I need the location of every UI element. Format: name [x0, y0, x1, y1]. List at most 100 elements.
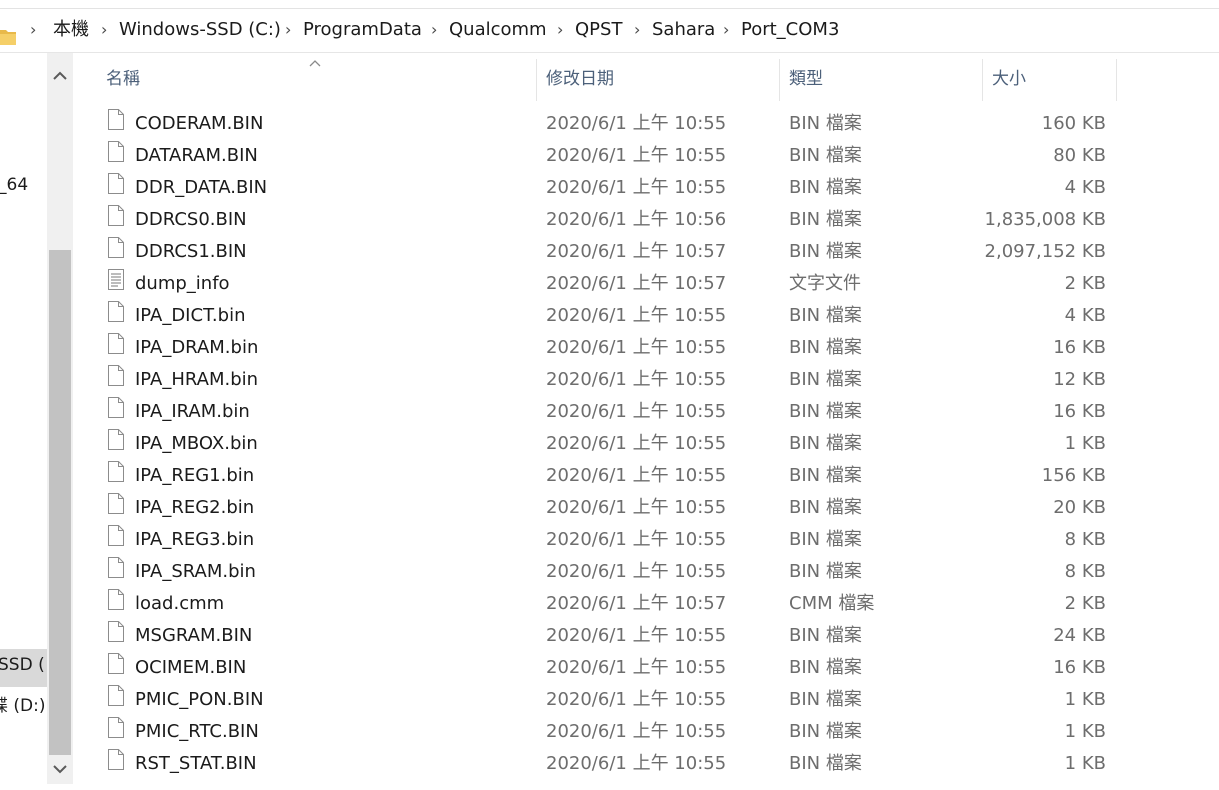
column-divider[interactable] — [536, 59, 537, 101]
scrollbar-thumb[interactable] — [49, 250, 71, 755]
file-icon — [107, 556, 125, 588]
file-row[interactable]: DDR_DATA.BIN 2020/6/1 上午 10:55 BIN 檔案 4 KB — [94, 172, 1219, 204]
file-row[interactable]: IPA_IRAM.bin 2020/6/1 上午 10:55 BIN 檔案 16 KB — [94, 396, 1219, 428]
file-size: 1 KB — [1064, 753, 1106, 774]
file-row[interactable]: IPA_REG2.bin 2020/6/1 上午 10:55 BIN 檔案 20 KB — [94, 492, 1219, 524]
column-header-date[interactable]: 修改日期 — [546, 53, 614, 105]
file-type: BIN 檔案 — [789, 209, 862, 230]
file-row[interactable]: DATARAM.BIN 2020/6/1 上午 10:55 BIN 檔案 80 KB — [94, 140, 1219, 172]
text-file-icon — [107, 268, 125, 300]
file-name[interactable]: IPA_IRAM.bin — [135, 396, 250, 428]
column-header-type[interactable]: 類型 — [789, 53, 823, 105]
file-icon — [107, 364, 125, 396]
file-row[interactable]: PMIC_PON.BIN 2020/6/1 上午 10:55 BIN 檔案 1 KB — [94, 684, 1219, 716]
column-header-row: 名稱 修改日期 類型 大小 — [94, 53, 1219, 105]
file-row[interactable]: RST_STAT.BIN 2020/6/1 上午 10:55 BIN 檔案 1 KB — [94, 748, 1219, 780]
file-icon — [107, 204, 125, 236]
file-modified-date: 2020/6/1 上午 10:56 — [546, 209, 727, 230]
scroll-up-arrow-icon[interactable] — [47, 55, 73, 95]
file-type: BIN 檔案 — [789, 465, 862, 486]
nav-scrollbar[interactable] — [47, 53, 73, 784]
breadcrumb-separator-icon[interactable]: › — [101, 8, 107, 52]
file-name[interactable]: IPA_DRAM.bin — [135, 332, 258, 364]
nav-item-windows-ssd[interactable]: SSD ( — [0, 655, 45, 675]
file-size: 8 KB — [1064, 529, 1106, 550]
file-size: 1 KB — [1064, 689, 1106, 710]
file-row[interactable]: MSGRAM.BIN 2020/6/1 上午 10:55 BIN 檔案 24 KB — [94, 620, 1219, 652]
breadcrumb-separator-icon[interactable]: › — [285, 8, 291, 52]
file-type: BIN 檔案 — [789, 145, 862, 166]
file-name[interactable]: PMIC_RTC.BIN — [135, 716, 259, 748]
file-row[interactable]: OCIMEM.BIN 2020/6/1 上午 10:55 BIN 檔案 16 KB — [94, 652, 1219, 684]
file-row[interactable]: PMIC_RTC.BIN 2020/6/1 上午 10:55 BIN 檔案 1 KB — [94, 716, 1219, 748]
file-row[interactable]: IPA_HRAM.bin 2020/6/1 上午 10:55 BIN 檔案 12 KB — [94, 364, 1219, 396]
file-row[interactable]: IPA_REG1.bin 2020/6/1 上午 10:55 BIN 檔案 156 K… — [94, 460, 1219, 492]
sort-ascending-icon — [309, 60, 321, 67]
file-name[interactable]: load.cmm — [135, 588, 224, 620]
file-row[interactable]: IPA_SRAM.bin 2020/6/1 上午 10:55 BIN 檔案 8 KB — [94, 556, 1219, 588]
file-modified-date: 2020/6/1 上午 10:55 — [546, 721, 727, 742]
file-icon — [107, 684, 125, 716]
file-name[interactable]: CODERAM.BIN — [135, 108, 263, 140]
file-row[interactable]: IPA_MBOX.bin 2020/6/1 上午 10:55 BIN 檔案 1 KB — [94, 428, 1219, 460]
file-name[interactable]: DDR_DATA.BIN — [135, 172, 267, 204]
file-modified-date: 2020/6/1 上午 10:57 — [546, 273, 727, 294]
file-name[interactable]: DDRCS0.BIN — [135, 204, 247, 236]
nav-item-drive-d[interactable]: 碟 (D:) — [0, 691, 46, 716]
breadcrumb-programdata[interactable]: ProgramData — [303, 8, 422, 52]
file-row[interactable]: load.cmm 2020/6/1 上午 10:57 CMM 檔案 2 KB — [94, 588, 1219, 620]
file-name[interactable]: IPA_REG3.bin — [135, 524, 254, 556]
breadcrumb-separator-icon[interactable]: › — [30, 8, 36, 52]
breadcrumb-qualcomm[interactable]: Qualcomm — [449, 8, 547, 52]
file-name[interactable]: MSGRAM.BIN — [135, 620, 252, 652]
file-row[interactable]: dump_info 2020/6/1 上午 10:57 文字文件 2 KB — [94, 268, 1219, 300]
file-type: BIN 檔案 — [789, 401, 862, 422]
file-row[interactable]: DDRCS0.BIN 2020/6/1 上午 10:56 BIN 檔案 1,835,0… — [94, 204, 1219, 236]
file-name[interactable]: dump_info — [135, 268, 230, 300]
breadcrumb-windows-ssd[interactable]: Windows-SSD (C:) — [119, 8, 281, 52]
file-row[interactable]: IPA_DRAM.bin 2020/6/1 上午 10:55 BIN 檔案 16 KB — [94, 332, 1219, 364]
file-name[interactable]: DATARAM.BIN — [135, 140, 258, 172]
file-row[interactable]: IPA_DICT.bin 2020/6/1 上午 10:55 BIN 檔案 4 KB — [94, 300, 1219, 332]
file-type: BIN 檔案 — [789, 113, 862, 134]
breadcrumb-sahara[interactable]: Sahara — [652, 8, 715, 52]
nav-item-64[interactable]: _64 — [0, 175, 28, 195]
breadcrumb-separator-icon[interactable]: › — [634, 8, 640, 52]
file-name[interactable]: IPA_DICT.bin — [135, 300, 245, 332]
column-divider[interactable] — [982, 59, 983, 101]
file-row[interactable]: DDRCS1.BIN 2020/6/1 上午 10:57 BIN 檔案 2,097,1… — [94, 236, 1219, 268]
file-icon — [107, 396, 125, 428]
breadcrumb-separator-icon[interactable]: › — [723, 8, 729, 52]
column-header-name[interactable]: 名稱 — [106, 53, 140, 105]
file-row[interactable]: IPA_REG3.bin 2020/6/1 上午 10:55 BIN 檔案 8 KB — [94, 524, 1219, 556]
breadcrumb-separator-icon[interactable]: › — [431, 8, 437, 52]
column-divider[interactable] — [779, 59, 780, 101]
breadcrumb-qpst[interactable]: QPST — [575, 8, 622, 52]
file-modified-date: 2020/6/1 上午 10:55 — [546, 305, 727, 326]
breadcrumb-separator-icon[interactable]: › — [557, 8, 563, 52]
file-type: BIN 檔案 — [789, 721, 862, 742]
file-icon — [107, 652, 125, 684]
file-name[interactable]: IPA_REG1.bin — [135, 460, 254, 492]
file-name[interactable]: RST_STAT.BIN — [135, 748, 257, 780]
file-row[interactable]: CODERAM.BIN 2020/6/1 上午 10:55 BIN 檔案 160 KB — [94, 108, 1219, 140]
file-icon — [107, 300, 125, 332]
file-size: 24 KB — [1053, 625, 1106, 646]
column-divider[interactable] — [1116, 59, 1117, 101]
column-header-size[interactable]: 大小 — [992, 53, 1026, 105]
file-name[interactable]: IPA_REG2.bin — [135, 492, 254, 524]
scroll-down-arrow-icon[interactable] — [47, 750, 73, 790]
file-size: 16 KB — [1053, 657, 1106, 678]
file-name[interactable]: OCIMEM.BIN — [135, 652, 246, 684]
file-type: BIN 檔案 — [789, 529, 862, 550]
file-name[interactable]: IPA_MBOX.bin — [135, 428, 258, 460]
file-type: BIN 檔案 — [789, 753, 862, 774]
breadcrumb-port-com3[interactable]: Port_COM3 — [741, 8, 839, 52]
file-name[interactable]: PMIC_PON.BIN — [135, 684, 264, 716]
file-list: CODERAM.BIN 2020/6/1 上午 10:55 BIN 檔案 160 KB… — [94, 108, 1219, 780]
file-size: 16 KB — [1053, 337, 1106, 358]
file-name[interactable]: IPA_SRAM.bin — [135, 556, 256, 588]
breadcrumb-this-pc[interactable]: 本機 — [53, 8, 89, 52]
file-name[interactable]: DDRCS1.BIN — [135, 236, 247, 268]
file-name[interactable]: IPA_HRAM.bin — [135, 364, 258, 396]
